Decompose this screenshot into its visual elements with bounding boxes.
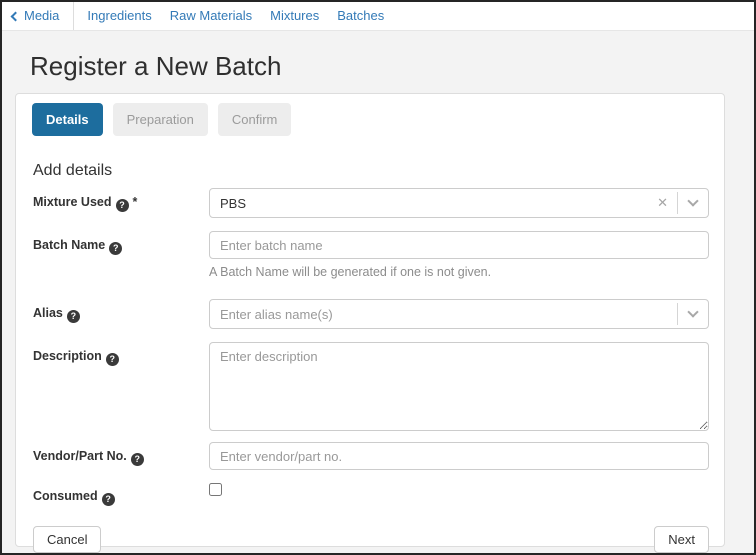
nav-link-ingredients[interactable]: Ingredients [78,2,160,30]
help-icon[interactable] [109,242,122,255]
app-window: Media Ingredients Raw Materials Mixtures… [0,0,756,555]
help-icon[interactable] [116,199,129,212]
nav-link-raw-materials[interactable]: Raw Materials [161,2,261,30]
mixture-used-label: Mixture Used* [32,188,209,212]
tab-confirm[interactable]: Confirm [218,103,292,136]
row-description: Description [32,342,709,431]
panel-footer: Cancel Next [32,526,709,553]
help-icon[interactable] [131,453,144,466]
top-nav: Media Ingredients Raw Materials Mixtures… [2,2,754,31]
mixture-used-dropdown-toggle[interactable] [678,201,708,205]
alias-placeholder: Enter alias name(s) [220,307,677,322]
chevron-down-icon [687,306,698,317]
row-vendor-part-no: Vendor/Part No. [32,442,709,470]
chevron-left-icon [11,12,21,22]
alias-label: Alias [32,299,209,323]
alias-dropdown-toggle[interactable] [678,312,708,316]
page-title: Register a New Batch [30,50,754,82]
row-batch-name: Batch Name A Batch Name will be generate… [32,231,709,280]
batch-name-help-text: A Batch Name will be generated if one is… [209,265,709,280]
row-alias: Alias Enter alias name(s) [32,299,709,329]
section-title: Add details [33,162,709,180]
alias-multiselect[interactable]: Enter alias name(s) [209,299,709,329]
consumed-checkbox[interactable] [209,483,222,496]
description-textarea[interactable] [209,342,709,431]
required-marker: * [133,195,138,209]
row-mixture-used: Mixture Used* PBS [32,188,709,218]
vendor-part-no-label: Vendor/Part No. [32,442,209,466]
mixture-used-select[interactable]: PBS [209,188,709,218]
tab-preparation[interactable]: Preparation [113,103,208,136]
next-button[interactable]: Next [654,526,709,553]
wizard-tabs: Details Preparation Confirm [32,103,709,136]
nav-separator [73,2,74,30]
clear-x-icon[interactable] [648,195,677,211]
mixture-used-value: PBS [220,196,648,211]
nav-link-batches[interactable]: Batches [328,2,393,30]
description-label: Description [32,342,209,366]
cancel-button[interactable]: Cancel [33,526,101,553]
nav-back-media[interactable]: Media [10,2,69,30]
help-icon[interactable] [67,310,80,323]
chevron-down-icon [687,195,698,206]
nav-link-mixtures[interactable]: Mixtures [261,2,328,30]
help-icon[interactable] [106,353,119,366]
vendor-part-no-input[interactable] [209,442,709,470]
batch-name-input[interactable] [209,231,709,259]
page-body: Register a New Batch Details Preparation… [2,31,754,553]
batch-name-label: Batch Name [32,231,209,255]
register-batch-panel: Details Preparation Confirm Add details … [15,93,725,547]
row-consumed: Consumed [32,482,709,514]
help-icon[interactable] [102,493,115,506]
consumed-label: Consumed [32,482,209,506]
tab-details[interactable]: Details [32,103,103,136]
nav-back-label: Media [24,2,59,30]
